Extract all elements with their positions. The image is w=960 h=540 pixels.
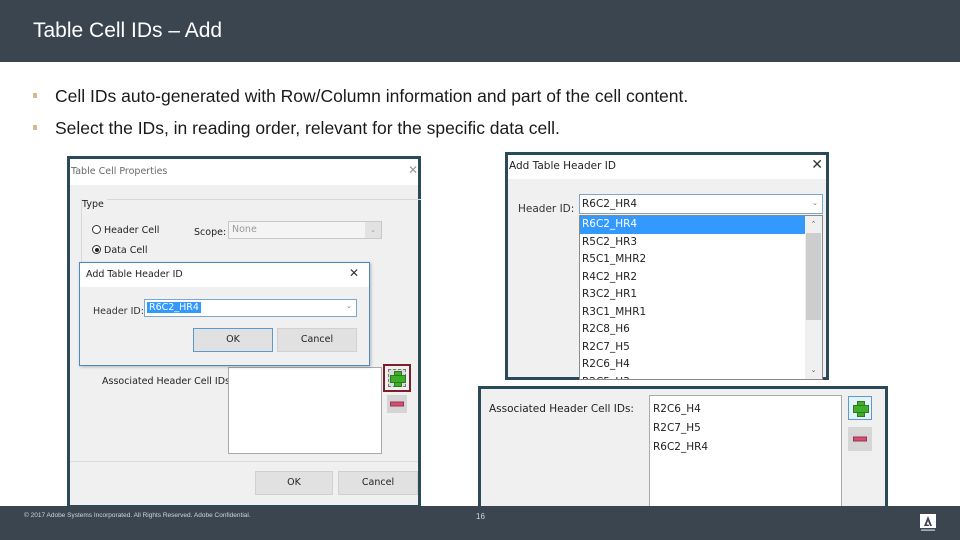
- data-cell-radio[interactable]: Data Cell: [92, 245, 147, 256]
- chevron-up-icon[interactable]: ⌃: [805, 216, 822, 233]
- associated-ids-list[interactable]: [228, 367, 382, 454]
- dropdown-option[interactable]: R5C2_HR3: [580, 234, 822, 252]
- chevron-down-icon: ⌄: [812, 199, 818, 207]
- adobe-logo-icon: [920, 514, 936, 531]
- close-icon[interactable]: ✕: [811, 157, 823, 173]
- radio-label: Header Cell: [104, 225, 160, 236]
- divider: [70, 461, 418, 462]
- copyright-text: © 2017 Adobe Systems Incorporated. All R…: [24, 512, 251, 519]
- dropdown-scrollbar[interactable]: ⌃ ⌄: [805, 216, 822, 379]
- scope-select[interactable]: None ⌄: [228, 221, 382, 239]
- associated-ids-label: Associated Header Cell IDs:: [489, 403, 634, 415]
- bullet-list: Cell IDs auto-generated with Row/Column …: [33, 84, 688, 148]
- bullet-marker: [33, 93, 37, 98]
- plus-icon: [853, 401, 869, 417]
- dialog-titlebar: Add Table Header ID ✕: [80, 263, 369, 287]
- dropdown-option[interactable]: R2C8_H6: [580, 321, 822, 339]
- header-id-label: Header ID:: [518, 203, 575, 215]
- list-item[interactable]: R6C2_HR4: [653, 438, 838, 457]
- type-group-label: Type: [82, 199, 107, 210]
- header-id-label: Header ID:: [93, 306, 144, 317]
- dialog-title: Add Table Header ID: [509, 160, 616, 172]
- close-icon[interactable]: ✕: [349, 266, 359, 280]
- button-face: [388, 369, 406, 387]
- dropdown-option[interactable]: R3C1_MHR1: [580, 304, 822, 322]
- page-number: 16: [476, 512, 485, 521]
- minus-icon: [853, 436, 867, 442]
- slide-title: Table Cell IDs – Add: [33, 19, 223, 42]
- dropdown-option[interactable]: R3C2_HR1: [580, 286, 822, 304]
- slide-footer: © 2017 Adobe Systems Incorporated. All R…: [0, 506, 960, 540]
- add-table-header-id-dropdown-dialog: Add Table Header ID ✕ Header ID: R6C2_HR…: [505, 152, 829, 380]
- chevron-down-icon: ⌄: [346, 302, 352, 310]
- header-id-value: R6C2_HR4: [147, 302, 201, 313]
- chevron-down-icon[interactable]: ⌄: [805, 362, 822, 379]
- dropdown-option[interactable]: R2C7_H5: [580, 339, 822, 357]
- scope-value: None: [232, 224, 257, 235]
- radio-label: Data Cell: [104, 245, 148, 256]
- dropdown-option[interactable]: R4C2_HR2: [580, 269, 822, 287]
- header-id-combobox[interactable]: R6C2_HR4 ⌄: [144, 299, 357, 317]
- dialog-title: Add Table Header ID: [86, 269, 183, 280]
- dialog-titlebar: Add Table Header ID ✕: [508, 155, 826, 179]
- bullet-text: Cell IDs auto-generated with Row/Column …: [55, 86, 689, 106]
- dropdown-option[interactable]: R6C2_HR4: [580, 216, 822, 234]
- cancel-button[interactable]: Cancel: [338, 471, 418, 495]
- associated-ids-list[interactable]: R2C6_H4 R2C7_H5 R6C2_HR4: [649, 395, 842, 507]
- add-table-header-id-dialog: Add Table Header ID ✕ Header ID: R6C2_HR…: [79, 262, 370, 366]
- cancel-button[interactable]: Cancel: [277, 328, 357, 352]
- add-header-id-button[interactable]: [383, 364, 411, 392]
- bullet-item: Select the IDs, in reading order, releva…: [33, 116, 688, 148]
- radio-selected-icon: [92, 245, 101, 254]
- remove-header-id-button[interactable]: [848, 427, 872, 451]
- dropdown-option[interactable]: R5C1_MHR2: [580, 251, 822, 269]
- ok-button[interactable]: OK: [193, 328, 273, 352]
- add-header-id-button[interactable]: [848, 396, 872, 420]
- ok-button[interactable]: OK: [255, 471, 333, 495]
- associated-header-ids-panel: Associated Header Cell IDs: R2C6_H4 R2C7…: [478, 386, 888, 508]
- close-icon[interactable]: ✕: [408, 163, 418, 177]
- header-id-combobox[interactable]: R6C2_HR4 ⌄: [579, 194, 823, 214]
- minus-icon: [390, 401, 404, 407]
- header-id-dropdown-list[interactable]: R6C2_HR4 R5C2_HR3 R5C1_MHR2 R4C2_HR2 R3C…: [579, 215, 823, 380]
- associated-ids-label: Associated Header Cell IDs:: [102, 376, 234, 387]
- dialog-titlebar: Table Cell Properties ✕: [70, 159, 418, 185]
- bullet-item: Cell IDs auto-generated with Row/Column …: [33, 84, 688, 116]
- radio-icon: [92, 225, 101, 234]
- scope-label: Scope:: [194, 227, 227, 238]
- chevron-down-icon: ⌄: [365, 222, 381, 238]
- dropdown-option[interactable]: R2C6_H4: [580, 356, 822, 374]
- header-cell-radio[interactable]: Header Cell: [92, 225, 159, 236]
- slide-header: Table Cell IDs – Add: [0, 0, 960, 62]
- bullet-marker: [33, 125, 37, 130]
- dialog-title: Table Cell Properties: [71, 166, 168, 177]
- list-item[interactable]: R2C6_H4: [653, 400, 838, 419]
- bullet-text: Select the IDs, in reading order, releva…: [55, 118, 560, 138]
- plus-icon: [390, 371, 406, 387]
- remove-header-id-button[interactable]: [387, 395, 407, 413]
- list-item[interactable]: R2C7_H5: [653, 419, 838, 438]
- header-id-value: R6C2_HR4: [582, 198, 638, 210]
- dropdown-option[interactable]: R2C5_H3: [580, 374, 822, 380]
- scrollbar-thumb[interactable]: [806, 233, 821, 320]
